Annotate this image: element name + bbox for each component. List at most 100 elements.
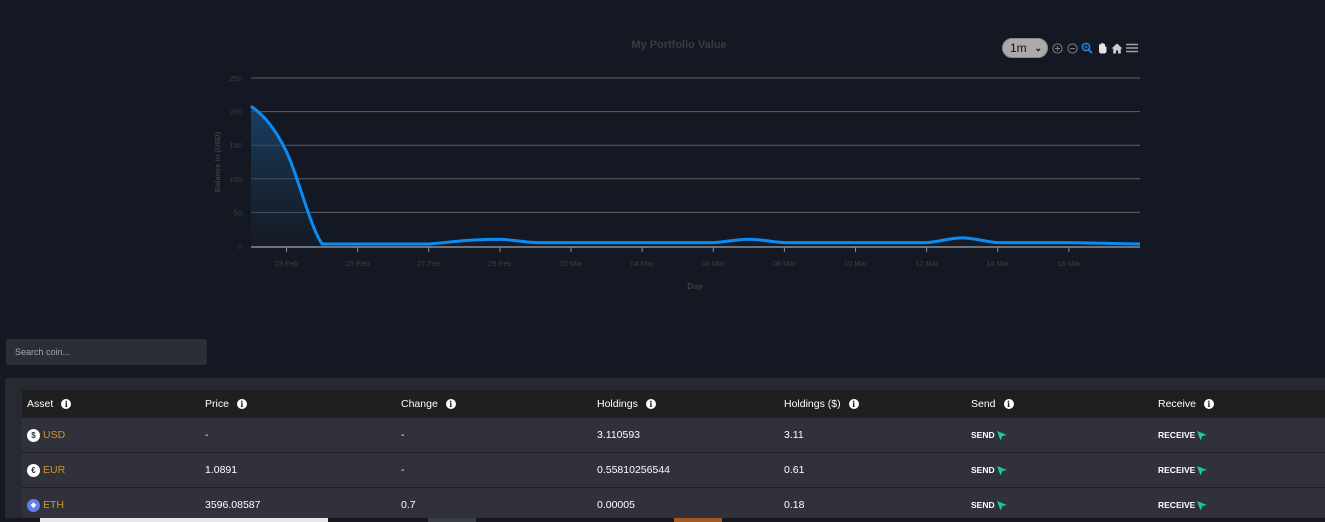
table-row[interactable]: € EUR 1.0891 - 0.55810256544 0.61 SEND RE… [22,452,1325,487]
data-point[interactable] [638,239,646,247]
usd-coin-icon: $ [27,428,40,442]
data-point[interactable] [247,102,255,110]
data-point[interactable] [923,239,931,247]
x-tick-label: 14 Mar [986,259,1010,268]
asset-name[interactable]: USD [43,429,65,441]
data-point[interactable] [852,239,860,247]
header-label: Price [205,397,229,410]
header-receive: Receive i [1153,398,1325,410]
table-row[interactable]: ◆ ETH 3596.08587 0.7 0.00005 0.18 SEND RE… [22,487,1325,522]
y-tick-label: 150 [229,141,242,150]
header-label: Holdings ($) [784,397,841,410]
data-point[interactable] [674,239,682,247]
send-cell: SEND [966,465,1153,476]
holdings-usd-cell: 3.11 [784,429,804,441]
assets-table-container: Asset i Price i Change i Holdings i Holdings… [5,378,1325,522]
send-button[interactable]: SEND [971,430,1008,441]
receive-arrow-icon [1197,500,1208,510]
receive-button[interactable]: RECEIVE [1158,500,1208,511]
horizontal-scrollbar[interactable] [0,518,1325,522]
change-cell: - [401,464,405,476]
x-tick-label: 04 Mar [630,259,654,268]
send-button[interactable]: SEND [971,465,1008,476]
data-point[interactable] [496,235,504,243]
x-tick-label: 29 Feb [488,259,511,268]
assets-table: Asset i Price i Change i Holdings i Holdings… [22,390,1325,522]
asset-name[interactable]: EUR [43,464,65,476]
send-label: SEND [971,465,995,475]
price-cell: 1.0891 [205,464,238,476]
y-axis-title: Balance In (USD) [213,131,222,192]
x-tick-label: 16 Mar [1057,259,1081,268]
holdings-cell: 3.110593 [597,429,641,441]
x-tick-label: 23 Feb [275,259,298,268]
x-tick-label: 02 Mar [559,259,583,268]
data-point[interactable] [816,239,824,247]
change-cell: - [401,429,405,441]
send-button[interactable]: SEND [971,500,1008,511]
data-point[interactable] [460,237,468,245]
send-label: SEND [971,430,995,440]
info-icon[interactable]: i [1003,398,1014,409]
data-point[interactable] [531,239,539,247]
x-tick-label: 12 Mar [915,259,939,268]
receive-arrow-icon [1197,465,1208,475]
data-point[interactable] [1029,239,1037,247]
header-price: Price i [200,398,396,410]
info-icon[interactable]: i [848,398,859,409]
x-tick-label: 10 Mar [844,259,868,268]
header-label: Asset [27,397,54,410]
chart-svg: 0 50 100 150 200 250 23 Feb 25 Feb 27 Feb 29 Feb 0… [213,74,1141,291]
x-tick-label: 08 Mar [773,259,797,268]
data-point[interactable] [994,239,1002,247]
info-icon[interactable]: i [61,398,72,409]
header-label: Change [401,397,438,410]
holdings-usd-cell: 0.18 [784,499,805,511]
header-holdings: Holdings i [592,398,779,410]
info-icon[interactable]: i [445,398,456,409]
change-cell: 0.7 [401,499,416,511]
data-point[interactable] [283,148,291,156]
price-cell: - [205,429,209,441]
data-point[interactable] [709,239,717,247]
header-send: Send i [966,398,1153,410]
send-label: SEND [971,500,995,510]
info-icon[interactable]: i [645,398,656,409]
holdings-cell: 0.55810256544 [597,464,670,476]
scrollbar-thumb[interactable] [40,518,328,522]
data-point[interactable] [745,235,753,243]
receive-label: RECEIVE [1158,500,1196,510]
receive-button[interactable]: RECEIVE [1158,465,1208,476]
asset-cell: $ USD [22,428,200,442]
send-arrow-icon [996,465,1007,475]
header-asset: Asset i [22,398,200,410]
info-icon[interactable]: i [1203,398,1214,409]
holdings-usd-cell: 0.61 [784,464,805,476]
holdings-cell: 0.00005 [597,499,635,511]
info-icon[interactable]: i [236,398,247,409]
x-tick-label: 06 Mar [702,259,726,268]
asset-name[interactable]: ETH [43,499,64,511]
table-row[interactable]: $ USD - - 3.110593 3.11 SEND RECEIVE [22,417,1325,452]
header-holdings-usd: Holdings ($) i [779,398,966,410]
data-point[interactable] [1100,239,1108,247]
y-tick-label: 250 [229,74,242,83]
data-point[interactable] [603,239,611,247]
search-coin-input[interactable] [6,339,207,365]
data-point[interactable] [887,239,895,247]
y-tick-label: 200 [229,108,242,117]
series-area-fill [251,106,1140,246]
header-label: Receive [1158,397,1196,410]
price-cell: 3596.08587 [205,499,261,511]
y-tick-label: 0 [238,242,242,251]
header-label: Send [971,397,996,410]
data-point[interactable] [780,239,788,247]
data-point[interactable] [567,239,575,247]
data-point[interactable] [958,234,966,242]
series-line[interactable] [250,104,1141,246]
receive-cell: RECEIVE [1153,500,1325,511]
send-cell: SEND [966,500,1153,511]
receive-cell: RECEIVE [1153,465,1325,476]
receive-button[interactable]: RECEIVE [1158,430,1208,441]
data-point[interactable] [1065,239,1073,247]
